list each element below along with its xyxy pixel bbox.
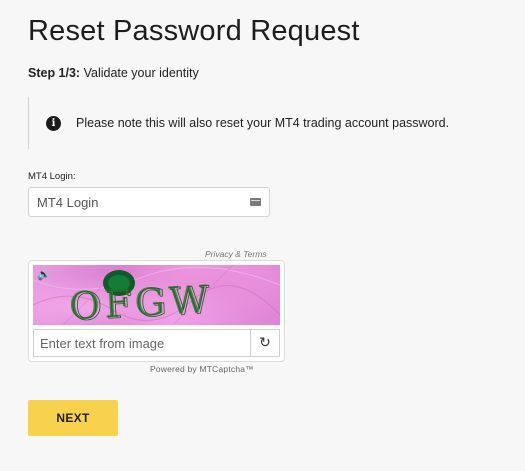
mt4-login-input[interactable] [37,194,250,210]
step-number: Step 1/3: [28,66,81,80]
notice-box: i Please note this will also reset your … [28,97,514,149]
captcha-image-graphic: OFGW OFGW [33,265,280,325]
page-title: Reset Password Request [28,15,360,47]
captcha-input[interactable] [34,330,250,356]
speaker-icon[interactable]: 🔊 [37,269,51,281]
privacy-terms-link[interactable]: Privacy & Terms [205,249,267,259]
card-icon [250,198,261,206]
notice-text: Please note this will also reset your MT… [76,116,450,130]
next-button[interactable]: NEXT [28,400,118,436]
refresh-icon[interactable]: ↻ [250,330,279,356]
captcha-widget: OFGW OFGW 🔊 ↻ [28,260,285,362]
svg-text:OFGW: OFGW [70,278,215,325]
mt4-login-label: MT4 Login: [28,171,76,182]
step-indicator: Step 1/3: Validate your identity [28,66,199,80]
step-description: Validate your identity [80,66,199,80]
captcha-powered-by: Powered by MTCaptcha™ [150,364,254,374]
info-icon: i [46,115,61,131]
mt4-login-field[interactable] [28,187,270,217]
reset-password-page: Reset Password Request Step 1/3: Validat… [0,0,525,471]
captcha-image: OFGW OFGW 🔊 [33,265,280,325]
captcha-input-row: ↻ [33,329,280,357]
